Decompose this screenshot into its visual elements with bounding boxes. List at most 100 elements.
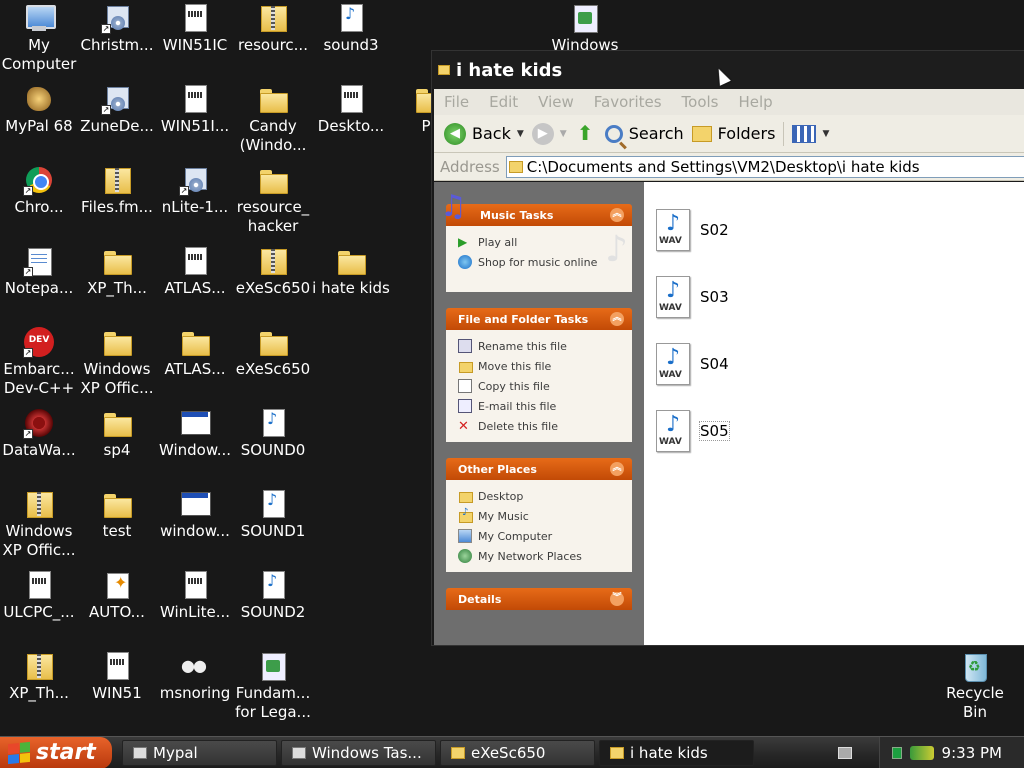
copy-file-link[interactable]: Copy this file <box>458 376 622 396</box>
address-label: Address <box>440 157 500 176</box>
safely-remove-icon[interactable] <box>891 746 902 759</box>
desktop-icon[interactable]: WinLite... <box>156 569 234 622</box>
desktop-icon[interactable]: ULCPC_... <box>0 569 78 622</box>
desktop-icon[interactable]: My Computer <box>0 2 78 74</box>
music-folder-icon <box>458 507 473 523</box>
email-file-link[interactable]: E-mail this file <box>458 396 622 416</box>
toolbar: ◀ Back ▼ ▶ ▼ Search Folders ▼ <box>434 115 1024 153</box>
desktop-icon[interactable]: ATLAS... <box>156 326 234 379</box>
desktop-icon[interactable]: ↗ Christm... <box>78 2 156 55</box>
up-button[interactable] <box>575 121 597 145</box>
file-item[interactable]: WAV S04 <box>656 330 1018 397</box>
desktop-icon[interactable]: SOUND1 <box>234 488 312 541</box>
file-folder-tasks-header[interactable]: File and Folder Tasks ︽ <box>446 308 632 330</box>
desktop-link[interactable]: Desktop <box>458 486 622 506</box>
system-tray: 9:33 PM <box>878 736 1024 768</box>
other-places-header[interactable]: Other Places ︽ <box>446 458 632 480</box>
network-tray-icon[interactable] <box>909 745 934 760</box>
desktop-icon[interactable]: XP_Th... <box>78 245 156 298</box>
desktop-icon[interactable]: test <box>78 488 156 541</box>
desktop-icon[interactable]: Fundam... for Lega... <box>234 650 312 722</box>
desktop-icon[interactable]: SOUND2 <box>234 569 312 622</box>
desktop-icon[interactable]: Windows XP Offic... <box>0 488 78 560</box>
menu-view[interactable]: View <box>538 93 574 111</box>
menu-help[interactable]: Help <box>739 93 773 111</box>
menu-favorites[interactable]: Favorites <box>594 93 662 111</box>
start-button[interactable]: start <box>0 736 112 768</box>
desktop-icon-label: Fundam... for Lega... <box>235 684 311 721</box>
zip-folder-icon <box>23 488 55 520</box>
desktop-icon[interactable]: resource_ hacker <box>234 164 312 236</box>
file-item[interactable]: WAV S03 <box>656 263 1018 330</box>
collapse-icon[interactable]: ︽ <box>610 208 624 222</box>
keyboard-icon[interactable] <box>838 747 852 759</box>
task-button-mypal[interactable]: Mypal <box>122 739 277 766</box>
address-field[interactable]: C:\Documents and Settings\VM2\Desktop\i … <box>505 155 1024 178</box>
clock[interactable]: 9:33 PM <box>942 744 1002 762</box>
play-all-link[interactable]: Play all <box>458 232 622 252</box>
desktop-icon[interactable]: eXeSc650 <box>234 245 312 298</box>
forward-button[interactable]: ▶ ▼ <box>531 122 567 145</box>
desktop-icon[interactable]: Windows <box>546 2 624 55</box>
details-header[interactable]: Details ︾ <box>446 588 632 610</box>
desktop-icon[interactable]: Candy (Windo... <box>234 83 312 155</box>
desktop-icon[interactable]: sound3 <box>312 2 390 55</box>
desktop-icon[interactable]: SOUND0 <box>234 407 312 460</box>
search-button[interactable]: Search <box>604 124 684 143</box>
desktop-icon[interactable]: ↗ DataWa... <box>0 407 78 460</box>
task-button-i-hate-kids[interactable]: i hate kids <box>599 739 754 766</box>
desktop-icon-label: ATLAS... <box>164 360 226 378</box>
back-button[interactable]: ◀ Back ▼ <box>444 122 524 145</box>
task-button-task-manager[interactable]: Windows Tas... <box>281 739 436 766</box>
desktop-icon[interactable]: eXeSc650 <box>234 326 312 379</box>
desktop-icon[interactable]: AUTO... <box>78 569 156 622</box>
desktop-icon[interactable]: MyPal 68 <box>0 83 78 136</box>
my-music-link[interactable]: My Music <box>458 506 622 526</box>
desktop-icon[interactable]: ↗ Chro... <box>0 164 78 217</box>
rename-file-link[interactable]: Rename this file <box>458 336 622 356</box>
my-computer-link[interactable]: My Computer <box>458 526 622 546</box>
desktop-icon-label: sound3 <box>323 36 379 54</box>
desktop-icon[interactable]: msnoring <box>156 650 234 703</box>
desktop-icon[interactable]: ↗ ZuneDe... <box>78 83 156 136</box>
menu-tools[interactable]: Tools <box>682 93 719 111</box>
music-tasks-header[interactable]: Music Tasks ︽ <box>440 192 632 226</box>
my-network-places-link[interactable]: My Network Places <box>458 546 622 566</box>
desktop-icon[interactable]: Windows XP Offic... <box>78 326 156 398</box>
back-dropdown-icon[interactable]: ▼ <box>517 129 524 139</box>
desktop-icon[interactable]: XP_Th... <box>0 650 78 703</box>
expand-icon[interactable]: ︾ <box>610 592 624 606</box>
desktop-icon[interactable]: ↗ Notepa... <box>0 245 78 298</box>
desktop-icon[interactable]: ATLAS... <box>156 245 234 298</box>
views-button[interactable]: ▼ <box>792 124 829 143</box>
desktop-icon[interactable]: Deskto... <box>312 83 390 136</box>
menu-file[interactable]: File <box>444 93 469 111</box>
shop-music-link[interactable]: Shop for music online <box>458 252 622 272</box>
file-item[interactable]: WAV S05 <box>656 397 1018 464</box>
move-file-link[interactable]: Move this file <box>458 356 622 376</box>
desktop-icon[interactable]: WIN51I... <box>156 83 234 136</box>
desktop-icon[interactable]: WIN51IC <box>156 2 234 55</box>
windows-logo-icon <box>8 741 30 764</box>
desktop-icon[interactable]: ↗ nLite-1... <box>156 164 234 217</box>
desktop-icon[interactable]: window... <box>156 488 234 541</box>
desktop-icon[interactable]: sp4 <box>78 407 156 460</box>
desktop-icon[interactable]: Window... <box>156 407 234 460</box>
devcpp-icon: ↗ <box>23 326 55 358</box>
desktop-icon[interactable]: resourc... <box>234 2 312 55</box>
menu-edit[interactable]: Edit <box>489 93 518 111</box>
folders-button[interactable]: Folders <box>691 124 775 143</box>
desktop-icon[interactable]: WIN51 <box>78 650 156 703</box>
title-bar[interactable]: i hate kids <box>432 51 1024 89</box>
desktop-icon[interactable]: Recycle Bin <box>936 650 1014 722</box>
delete-file-link[interactable]: Delete this file <box>458 416 622 436</box>
desktop-icon[interactable]: i hate kids <box>312 245 390 298</box>
task-button-exesc650[interactable]: eXeSc650 <box>440 739 595 766</box>
forward-dropdown-icon[interactable]: ▼ <box>560 129 567 139</box>
file-item[interactable]: WAV S02 <box>656 196 1018 263</box>
desktop-icon[interactable]: ↗ Embarc... Dev-C++ <box>0 326 78 398</box>
desktop-icon-label: Recycle Bin <box>946 684 1004 721</box>
desktop-icon[interactable]: Files.fm... <box>78 164 156 217</box>
collapse-icon[interactable]: ︽ <box>610 312 624 326</box>
collapse-icon[interactable]: ︽ <box>610 462 624 476</box>
